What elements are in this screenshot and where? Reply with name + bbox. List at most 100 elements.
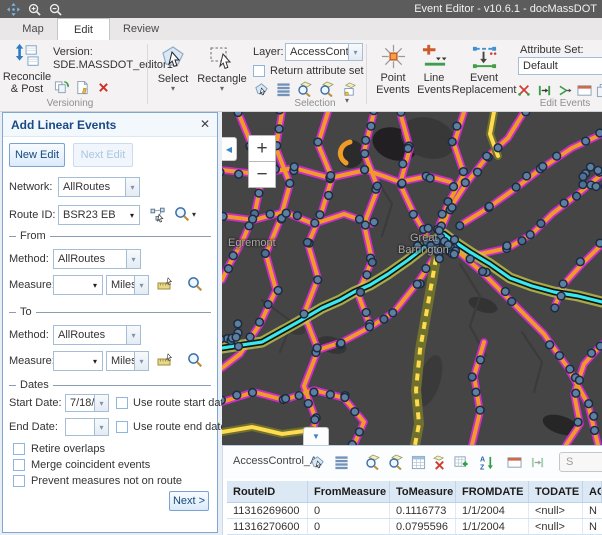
measure-on-map-icon[interactable] <box>156 352 173 369</box>
column-header[interactable]: TODATE <box>529 481 583 502</box>
table-row[interactable]: 11316270600 0 0.0795596 1/1/2004 <null> … <box>227 519 602 535</box>
merge-coincident-events-checkbox[interactable] <box>13 459 25 471</box>
close-icon[interactable]: ✕ <box>200 117 210 131</box>
collapse-panel-left-button[interactable]: ◀ <box>222 137 237 161</box>
attribute-set-label: Attribute Set: <box>520 44 584 56</box>
zoom-to-measure-icon[interactable] <box>186 351 203 368</box>
select-button[interactable]: Select ▾ <box>152 43 194 93</box>
column-header[interactable]: RouteID <box>227 481 308 502</box>
next-button[interactable]: Next > <box>169 491 209 511</box>
zoom-to-selection-icon[interactable] <box>297 81 313 97</box>
chevron-down-icon: ▾ <box>94 419 108 435</box>
trim-event-icon <box>529 454 545 470</box>
table-search-input[interactable]: S <box>559 452 602 472</box>
select-route-on-map-icon[interactable] <box>149 206 166 223</box>
zoom-out-icon[interactable] <box>47 2 63 16</box>
new-version-icon[interactable] <box>74 79 90 95</box>
from-method-dropdown[interactable]: AllRoutes ▾ <box>53 249 141 269</box>
measure-on-map-icon[interactable] <box>156 276 173 293</box>
chevron-down-icon: ▾ <box>348 44 362 60</box>
column-header[interactable]: FromMeasure <box>308 481 390 502</box>
layer-dropdown[interactable]: AccessControl_A ▾ <box>285 43 363 61</box>
map-zoom-in-button[interactable]: + <box>248 135 276 162</box>
table-cell: N <box>583 503 602 518</box>
to-measure-combobox[interactable]: ▾ <box>53 351 103 371</box>
sort-az-icon[interactable] <box>479 454 495 470</box>
pan-to-selection-icon[interactable] <box>319 81 335 97</box>
column-header[interactable]: FROMDATE <box>456 481 529 502</box>
attribute-window-icon[interactable] <box>576 82 592 98</box>
selection-list-icon[interactable] <box>275 81 291 97</box>
column-header[interactable]: ToMeasure <box>390 481 456 502</box>
tab-edit[interactable]: Edit <box>57 18 110 40</box>
panel-title: Add Linear Events <box>11 118 116 132</box>
collapse-table-button[interactable]: ▼ <box>303 427 329 445</box>
end-date-picker[interactable]: ▾ <box>65 418 109 436</box>
table-toolbar: AccessControl_A S <box>223 446 602 479</box>
edit-events-group-label: Edit Events <box>525 98 602 109</box>
select-by-polygon-icon[interactable] <box>309 454 325 470</box>
reconcile-post-button[interactable]: Reconcile & Post <box>2 43 52 95</box>
map-label-egremont: Egremont <box>228 237 276 249</box>
next-edit-button: Next Edit <box>73 143 133 167</box>
clear-selection-icon[interactable] <box>431 454 447 470</box>
column-header[interactable]: AC <box>583 481 602 502</box>
chevron-down-icon[interactable]: ▾ <box>192 211 196 219</box>
to-method-dropdown[interactable]: AllRoutes ▾ <box>53 325 141 345</box>
add-record-icon[interactable] <box>453 454 469 470</box>
delete-version-icon[interactable] <box>95 79 111 95</box>
merge-event-icon[interactable] <box>557 82 573 98</box>
table-layer-name[interactable]: AccessControl_A <box>233 455 317 467</box>
selection-list-icon[interactable] <box>333 454 349 470</box>
zoom-to-measure-icon[interactable] <box>186 275 203 292</box>
network-label: Network: <box>9 181 52 193</box>
to-method-label: Method: <box>9 329 49 341</box>
start-date-picker[interactable]: 7/18/ ▾ <box>65 394 109 412</box>
prevent-measures-checkbox[interactable] <box>13 475 25 487</box>
table-cell: 11316270600 <box>227 519 308 534</box>
from-measure-combobox[interactable]: ▾ <box>53 275 103 295</box>
table-cell: N <box>583 519 602 534</box>
table-row[interactable]: 11316269600 0 0.1116773 1/1/2004 <null> … <box>227 503 602 519</box>
route-id-combobox[interactable]: BSR23 EB ▾ <box>58 205 140 225</box>
split-event-icon[interactable] <box>516 82 532 98</box>
zoom-to-selected-icon[interactable] <box>365 454 381 470</box>
collapse-left-icon: ◀ <box>226 145 232 154</box>
tab-review[interactable]: Review <box>112 18 170 40</box>
pan-to-selected-icon[interactable] <box>388 454 404 470</box>
map-canvas[interactable] <box>222 112 602 445</box>
return-attribute-set-checkbox[interactable] <box>253 65 265 77</box>
copy-event-icon[interactable] <box>595 82 602 98</box>
point-events-button[interactable]: PointEvents <box>372 43 414 96</box>
rectangle-select-button[interactable]: Rectangle ▾ <box>196 43 248 93</box>
panel-header: Add Linear Events ✕ <box>3 113 217 137</box>
map-viewport[interactable]: Egremont Great Barrington ◀ + − ▼ <box>222 112 602 445</box>
trim-event-icon[interactable] <box>536 82 552 98</box>
network-dropdown[interactable]: AllRoutes ▾ <box>58 177 140 197</box>
pan-icon[interactable] <box>5 2 21 16</box>
table-cell: 1/1/2004 <box>456 503 529 518</box>
from-units-dropdown[interactable]: Miles ▾ <box>106 275 149 295</box>
select-by-polygon-icon[interactable] <box>253 81 269 97</box>
pagination-icon[interactable] <box>410 454 426 470</box>
return-attribute-set-label: Return attribute set <box>270 65 364 77</box>
version-properties-icon[interactable] <box>53 79 69 95</box>
attribute-set-dropdown[interactable]: Default <box>518 57 602 75</box>
use-route-start-date-checkbox[interactable] <box>116 397 128 409</box>
zoom-to-route-icon[interactable] <box>173 205 190 222</box>
from-section-legend: From <box>9 230 211 242</box>
select-icon <box>159 43 187 71</box>
attribute-window-icon[interactable] <box>506 454 522 470</box>
use-route-end-date-checkbox[interactable] <box>116 421 128 433</box>
zoom-in-icon[interactable] <box>26 2 42 16</box>
line-events-button[interactable]: LineEvents <box>414 43 454 96</box>
tab-map[interactable]: Map <box>10 18 56 40</box>
tab-strip: Map Edit Review <box>0 18 602 40</box>
route-id-label: Route ID: <box>9 209 55 221</box>
event-replacement-button[interactable]: EventReplacement <box>452 43 516 96</box>
map-zoom-out-button[interactable]: − <box>248 161 276 188</box>
selectable-layers-icon[interactable] <box>341 81 357 97</box>
new-edit-button[interactable]: New Edit <box>9 143 65 167</box>
to-units-dropdown[interactable]: Miles ▾ <box>106 351 149 371</box>
retire-overlaps-checkbox[interactable] <box>13 443 25 455</box>
